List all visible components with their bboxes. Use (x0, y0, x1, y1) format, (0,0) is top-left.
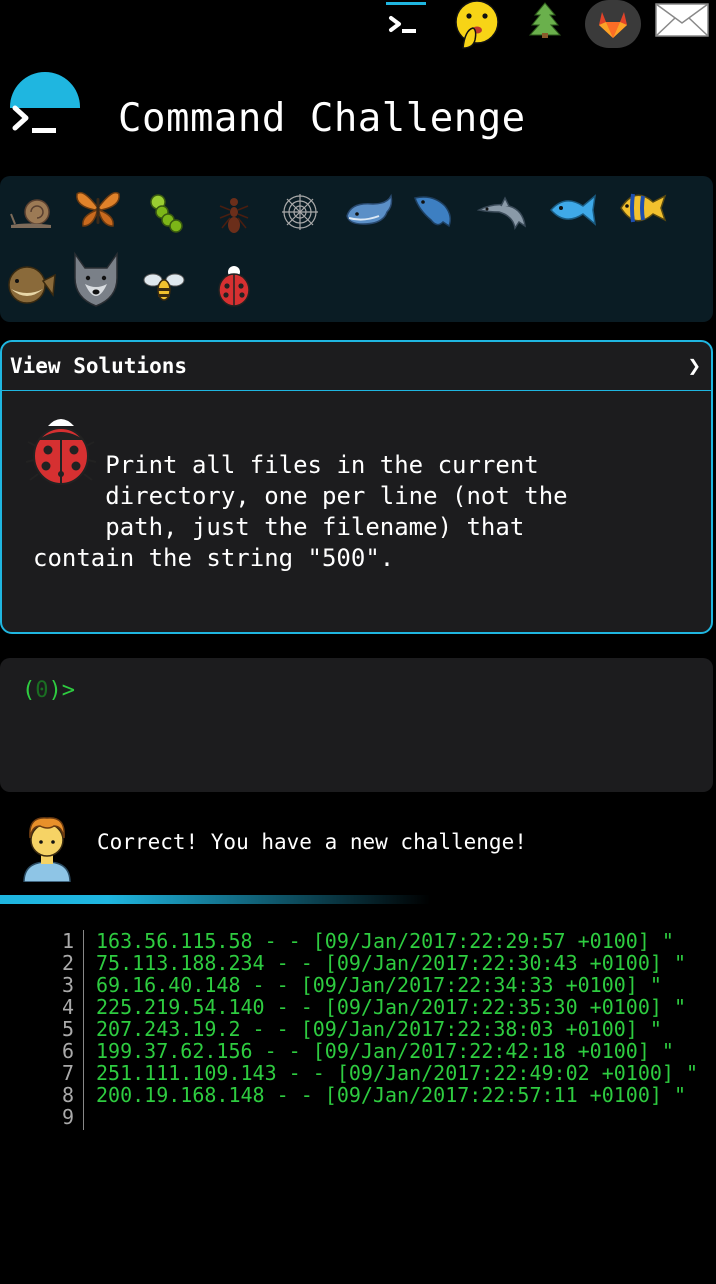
tree-icon[interactable] (524, 0, 566, 40)
output-line: 5 207.243.19.2 - - [09/Jan/2017:22:38:03 … (0, 1018, 716, 1040)
output-line: 1 163.56.115.58 - - [09/Jan/2017:22:29:57… (0, 930, 716, 952)
line-number: 1 (61, 930, 74, 953)
tropical-fish-icon[interactable] (614, 180, 670, 236)
mail-icon[interactable] (654, 2, 710, 38)
ladybug-icon[interactable] (206, 258, 262, 314)
terminal-input[interactable]: (0)> (0, 658, 713, 792)
line-text: 200.19.168.148 - - [09/Jan/2017:22:57:11… (96, 1083, 687, 1107)
solutions-card: View Solutions ❯ Print all files in the … (0, 340, 713, 634)
line-text: 207.243.19.2 - - [09/Jan/2017:22:38:03 +… (96, 1017, 662, 1041)
logo-terminal-icon[interactable] (10, 100, 60, 140)
top-nav (0, 0, 716, 50)
line-number: 8 (61, 1083, 74, 1107)
snail-icon[interactable] (4, 184, 60, 240)
divider-bar (0, 895, 430, 904)
line-text: 163.56.115.58 - - [09/Jan/2017:22:29:57 … (96, 930, 674, 953)
gitlab-icon[interactable] (585, 0, 641, 48)
output-line: 6 199.37.62.156 - - [09/Jan/2017:22:42:18… (0, 1040, 716, 1062)
wolf-icon[interactable] (68, 251, 124, 308)
command-output: 1 163.56.115.58 - - [09/Jan/2017:22:29:57… (0, 930, 716, 1130)
output-line: 2 75.113.188.234 - - [09/Jan/2017:22:30:4… (0, 952, 716, 974)
line-number: 4 (61, 995, 74, 1019)
line-number: 6 (61, 1039, 74, 1063)
whale-2-icon[interactable] (408, 182, 464, 238)
line-number: 7 (61, 1061, 74, 1085)
blowfish-icon[interactable] (2, 256, 58, 312)
view-solutions-label: View Solutions (10, 354, 188, 378)
line-number: 3 (61, 973, 74, 997)
whale-icon[interactable] (342, 182, 398, 238)
ant-icon[interactable] (206, 186, 262, 242)
badges-panel (0, 176, 713, 322)
page-title: Command Challenge (118, 96, 526, 141)
line-text: 225.219.54.140 - - [09/Jan/2017:22:35:30… (96, 995, 687, 1019)
output-line: 7 251.111.109.143 - - [09/Jan/2017:22:49:… (0, 1062, 716, 1084)
output-line: 8 200.19.168.148 - - [09/Jan/2017:22:57:1… (0, 1084, 716, 1106)
output-line: 3 69.16.40.148 - - [09/Jan/2017:22:34:33 … (0, 974, 716, 996)
line-text: 251.111.109.143 - - [09/Jan/2017:22:49:0… (96, 1061, 699, 1085)
feedback-message: Correct! You have a new challenge! (97, 830, 527, 854)
view-solutions-toggle[interactable]: View Solutions ❯ (2, 342, 711, 391)
challenge-description: Print all files in the current directory… (33, 451, 568, 572)
output-line: 4 225.219.54.140 - - [09/Jan/2017:22:35:3… (0, 996, 716, 1018)
output-line: 9 (0, 1106, 716, 1128)
person-avatar-icon (18, 812, 76, 883)
line-number: 9 (61, 1105, 74, 1129)
bee-icon[interactable] (136, 258, 192, 314)
line-number: 2 (61, 951, 74, 975)
fish-icon[interactable] (546, 182, 602, 238)
shushing-face-icon[interactable] (452, 0, 502, 50)
spider-web-icon[interactable] (272, 184, 328, 240)
line-text: 69.16.40.148 - - [09/Jan/2017:22:34:33 +… (96, 973, 662, 997)
caterpillar-icon[interactable] (138, 186, 194, 242)
chevron-right-icon[interactable]: ❯ (688, 354, 701, 379)
line-number: 5 (61, 1017, 74, 1041)
butterfly-icon[interactable] (70, 180, 126, 236)
terminal-icon[interactable] (380, 2, 426, 44)
prompt-count: 0 (35, 678, 49, 703)
line-text: 75.113.188.234 - - [09/Jan/2017:22:30:43… (96, 951, 687, 975)
line-text: 199.37.62.156 - - [09/Jan/2017:22:42:18 … (96, 1039, 674, 1063)
terminal-prompt: (0)> (22, 678, 75, 703)
dolphin-icon[interactable] (476, 186, 532, 242)
